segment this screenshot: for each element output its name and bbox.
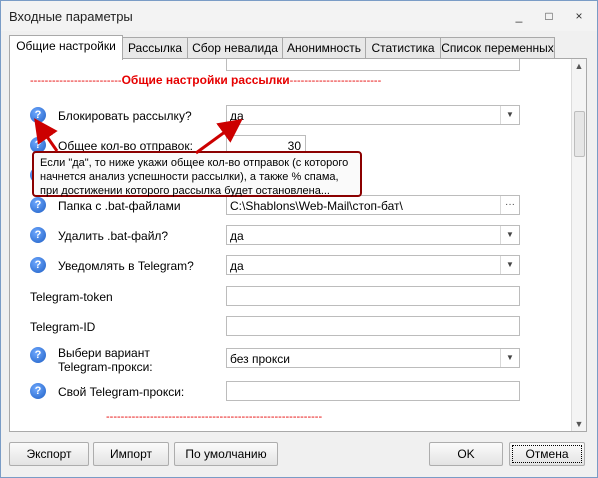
close-icon[interactable]: × xyxy=(571,9,587,23)
ok-button[interactable]: OK xyxy=(429,442,503,466)
delete-bat-select[interactable]: да ▼ xyxy=(226,225,520,245)
chevron-down-icon[interactable]: ▼ xyxy=(500,226,519,244)
bat-folder-input[interactable]: C:\Shablons\Web-Mail\стоп-бат\ ··· xyxy=(226,195,520,215)
help-icon[interactable]: ? xyxy=(30,383,46,399)
tab-statistics[interactable]: Статистика xyxy=(365,37,441,58)
bat-folder-value: C:\Shablons\Web-Mail\стоп-бат\ xyxy=(230,199,403,213)
proxy-variant-select[interactable]: без прокси ▼ xyxy=(226,348,520,368)
chevron-down-icon[interactable]: ▼ xyxy=(500,256,519,274)
proxy-variant-value: без прокси xyxy=(230,352,290,366)
notify-telegram-select[interactable]: да ▼ xyxy=(226,255,520,275)
title-bar: Входные параметры _ □ × xyxy=(1,1,597,31)
label-telegram-id: Telegram-ID xyxy=(30,320,96,334)
tab-invalid-collection[interactable]: Сбор невалида xyxy=(187,37,283,58)
block-mailing-value: да xyxy=(230,109,244,123)
browse-button[interactable]: ··· xyxy=(500,196,519,214)
dialog-window: Входные параметры _ □ × Общие настройки … xyxy=(0,0,598,478)
label-own-proxy: Свой Telegram-прокси: xyxy=(58,385,185,399)
scrollbar-thumb[interactable] xyxy=(574,111,585,157)
tooltip-line-1: Если "да", то ниже укажи общее кол-во от… xyxy=(40,157,349,169)
maximize-icon[interactable]: □ xyxy=(541,9,557,23)
chevron-down-icon[interactable]: ▼ xyxy=(500,349,519,367)
own-proxy-input[interactable] xyxy=(226,381,520,401)
settings-panel: -------------------------Общие настройки… xyxy=(9,58,587,432)
section-header-general: -------------------------Общие настройки… xyxy=(30,73,381,87)
help-tooltip: Если "да", то ниже укажи общее кол-во от… xyxy=(32,151,362,197)
block-mailing-select[interactable]: да ▼ xyxy=(226,105,520,125)
help-icon[interactable]: ? xyxy=(30,107,46,123)
scroll-up-icon[interactable]: ▲ xyxy=(572,59,586,73)
section-divider-right: ------------------------- xyxy=(289,75,382,87)
chevron-down-icon[interactable]: ▼ xyxy=(500,106,519,124)
label-proxy-variant-2: Telegram-прокси: xyxy=(58,360,153,374)
label-delete-bat: Удалить .bat-файл? xyxy=(58,229,169,243)
window-title: Входные параметры xyxy=(9,9,133,24)
tab-general-settings[interactable]: Общие настройки xyxy=(9,35,123,60)
import-button[interactable]: Импорт xyxy=(93,442,169,466)
tooltip-line-2: начнется анализ успешности рассылки), а … xyxy=(40,171,339,183)
tab-anonymity[interactable]: Анонимность xyxy=(282,37,366,58)
telegram-token-input[interactable] xyxy=(226,286,520,306)
section-title: Общие настройки рассылки xyxy=(121,73,290,87)
section-divider-left: ------------------------- xyxy=(30,75,122,87)
help-icon[interactable]: ? xyxy=(30,257,46,273)
label-telegram-token: Telegram-token xyxy=(30,290,113,304)
tab-mailing[interactable]: Рассылка xyxy=(122,37,188,58)
tooltip-line-3: при достижении которого рассылка будет о… xyxy=(40,185,330,197)
delete-bat-value: да xyxy=(230,229,244,243)
default-button[interactable]: По умолчанию xyxy=(174,442,278,466)
section-divider-bottom: ----------------------------------------… xyxy=(106,411,323,423)
help-icon[interactable]: ? xyxy=(30,227,46,243)
notify-telegram-value: да xyxy=(230,259,244,273)
label-proxy-variant-1: Выбери вариант xyxy=(58,346,150,360)
vertical-scrollbar[interactable]: ▲ ▼ xyxy=(571,59,586,431)
minimize-icon[interactable]: _ xyxy=(511,9,527,23)
help-icon[interactable]: ? xyxy=(30,197,46,213)
scrolled-field[interactable] xyxy=(226,59,520,71)
export-button[interactable]: Экспорт xyxy=(9,442,89,466)
telegram-id-input[interactable] xyxy=(226,316,520,336)
label-block-mailing: Блокировать рассылку? xyxy=(58,109,192,123)
label-notify-telegram: Уведомлять в Telegram? xyxy=(58,259,194,273)
label-bat-folder: Папка с .bat-файлами xyxy=(58,199,181,213)
scroll-down-icon[interactable]: ▼ xyxy=(572,417,586,431)
help-icon[interactable]: ? xyxy=(30,347,46,363)
tab-variables-list[interactable]: Список переменных xyxy=(440,37,555,58)
cancel-button[interactable]: Отмена xyxy=(509,442,585,466)
